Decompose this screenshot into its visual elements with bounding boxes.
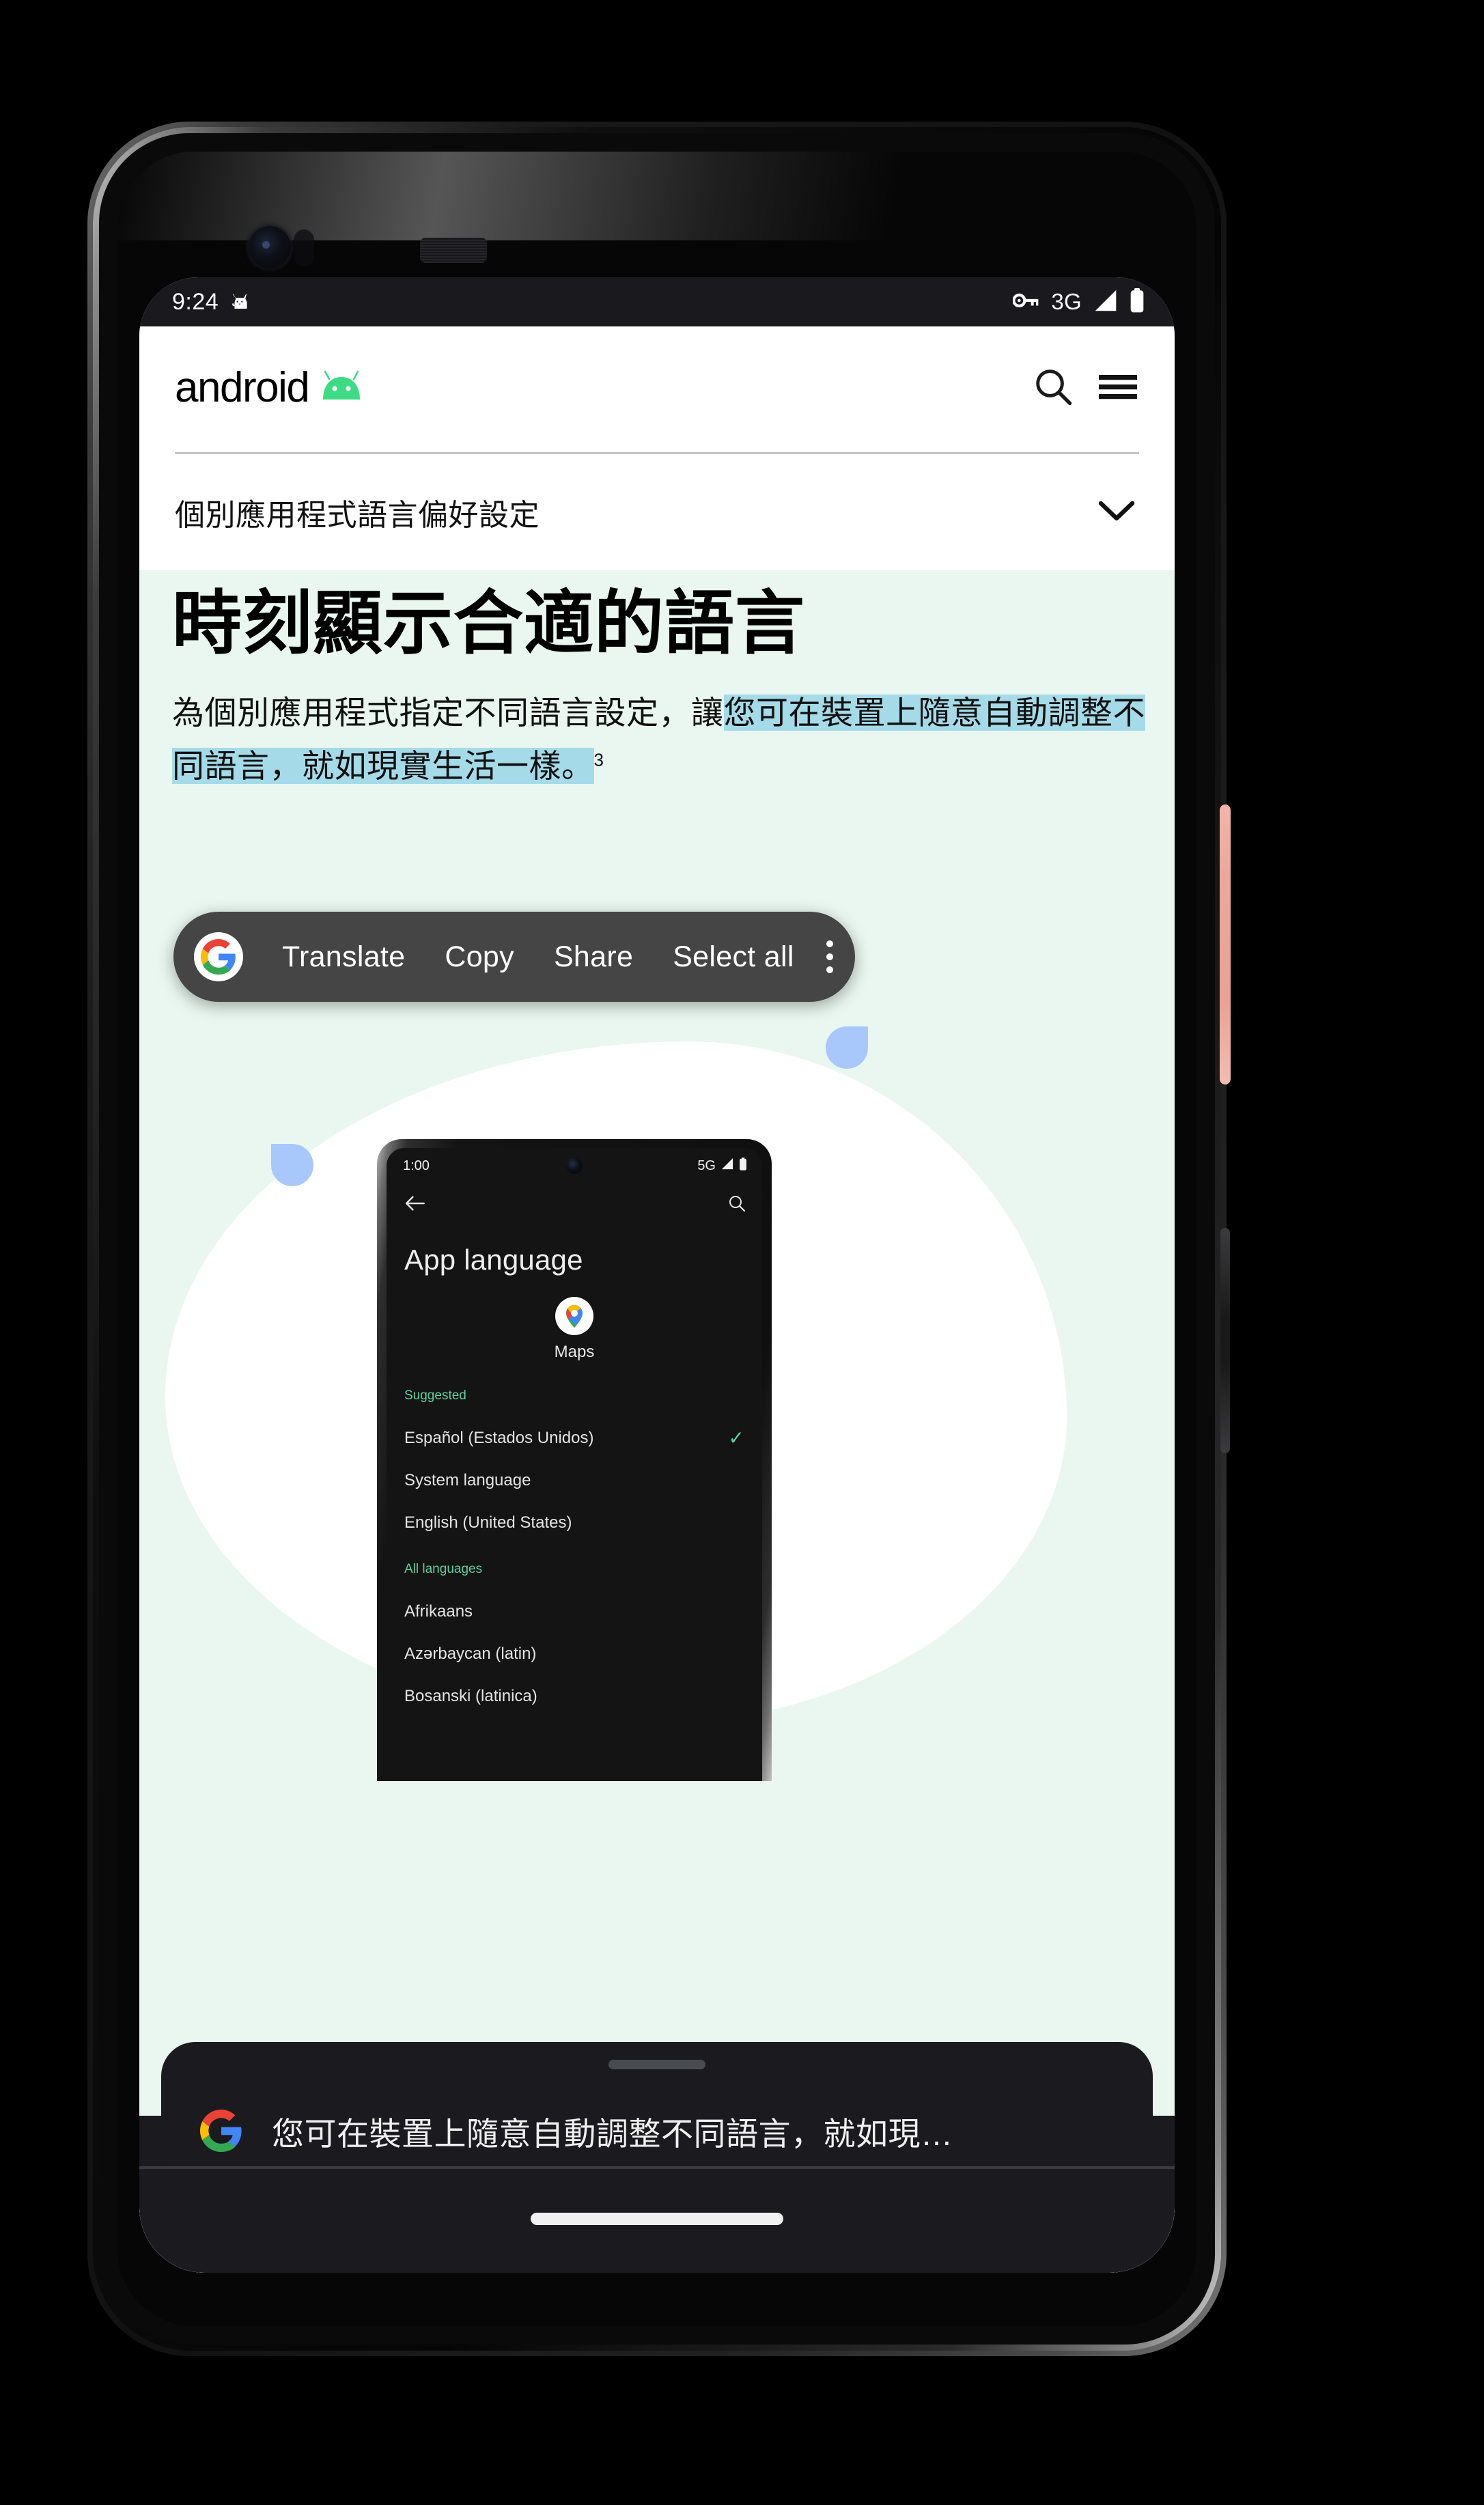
sheet-drag-handle[interactable] (608, 2060, 705, 2069)
check-icon: ✓ (728, 1427, 744, 1449)
page-title: 時刻顯示合適的語言 (172, 585, 805, 662)
key-icon (1012, 290, 1040, 314)
battery-icon (1130, 288, 1145, 316)
hero-paragraph-unselected: 為個別應用程式指定不同語言設定，讓 (172, 695, 724, 731)
arrow-back-icon[interactable] (404, 1195, 425, 1215)
inner-language-list: Suggested Español (Estados Unidos) ✓ Sys… (387, 1388, 762, 1718)
inner-language-row[interactable]: Español (Estados Unidos) ✓ (387, 1417, 762, 1459)
front-sensor-icon (294, 229, 314, 266)
glass-reflection (117, 152, 1196, 240)
inner-language-row[interactable]: Afrikaans (387, 1591, 762, 1633)
inner-phone-mockup: 1:00 5G App language Maps Suggested Espa… (377, 1139, 772, 1781)
network-type-label: 3G (1051, 289, 1082, 314)
search-icon[interactable] (728, 1194, 746, 1216)
inner-section-heading-suggested: Suggested (404, 1388, 466, 1403)
inner-phone-screen: 1:00 5G App language Maps Suggested Espa… (387, 1148, 762, 1781)
google-g-icon (197, 2106, 246, 2155)
status-bar: 9:24 3G (139, 277, 1175, 326)
inner-language-row[interactable]: Azərbaycan (latin) (387, 1633, 762, 1675)
hero-paragraph[interactable]: 為個別應用程式指定不同語言設定，讓您可在裝置上隨意自動調整不同語言，就如現實生活… (172, 686, 1161, 792)
volume-button[interactable] (1220, 1228, 1230, 1453)
translate-bottom-sheet[interactable]: 您可在裝置上隨意自動調整不同語言，就如現… (161, 2042, 1153, 2220)
inner-status-bar: 1:00 5G (387, 1148, 762, 1184)
toolbar-item-share[interactable]: Share (534, 940, 653, 974)
inner-status-clock: 1:00 (403, 1158, 430, 1173)
site-header: android (139, 326, 1175, 449)
phone-device: 9:24 3G android 個別應用程式語言偏好設定 時刻顯示合適的語言 為… (87, 122, 1231, 2356)
more-vertical-icon[interactable] (826, 940, 833, 973)
toolbar-item-select-all[interactable]: Select all (653, 940, 813, 974)
search-icon[interactable] (1033, 367, 1073, 410)
status-bar-clock: 9:24 (172, 288, 219, 315)
inner-language-row[interactable]: English (United States) (387, 1502, 762, 1544)
inner-language-row[interactable]: Bosanski (latinica) (387, 1675, 762, 1718)
inner-app-bar (387, 1184, 762, 1226)
power-button[interactable] (1220, 804, 1231, 1084)
nav-bar-divider (139, 2166, 1175, 2169)
hero-section: 時刻顯示合適的語言 為個別應用程式指定不同語言設定，讓您可在裝置上隨意自動調整不… (139, 570, 1175, 2273)
android-robot-icon (320, 369, 363, 407)
signal-icon (1093, 289, 1119, 316)
accordion-label: 個別應用程式語言偏好設定 (175, 499, 540, 532)
accordion-row[interactable]: 個別應用程式語言偏好設定 (139, 454, 1175, 570)
inner-language-row[interactable]: System language (387, 1459, 762, 1502)
selection-handle-end[interactable] (826, 1026, 868, 1069)
inner-language-label: Afrikaans (404, 1602, 473, 1621)
hamburger-menu-icon[interactable] (1099, 372, 1137, 404)
signal-icon (720, 1158, 734, 1174)
translate-preview-text: 您可在裝置上隨意自動調整不同語言，就如現… (272, 2115, 953, 2152)
selection-handle-start[interactable] (271, 1144, 313, 1186)
status-bar-left: 9:24 (172, 289, 251, 316)
inner-app-identity: Maps (387, 1297, 762, 1362)
inner-phone-frame: 1:00 5G App language Maps Suggested Espa… (377, 1139, 772, 1781)
header-actions (1033, 367, 1137, 410)
inner-language-label: English (United States) (404, 1513, 572, 1532)
inner-language-label: Español (Estados Unidos) (404, 1429, 594, 1447)
inner-language-label: System language (404, 1471, 531, 1489)
inner-language-label: Bosanski (latinica) (404, 1687, 537, 1705)
inner-network-label: 5G (697, 1158, 716, 1173)
status-bar-right: 3G (1012, 288, 1145, 316)
inner-status-right: 5G (697, 1157, 747, 1175)
device-inner-body: 9:24 3G android 個別應用程式語言偏好設定 時刻顯示合適的語言 為… (99, 133, 1215, 2345)
front-camera-icon (249, 226, 291, 268)
inner-list-spacer (387, 1544, 762, 1562)
footnote-marker: 3 (593, 748, 604, 770)
inner-app-name: Maps (554, 1343, 595, 1361)
inner-page-title: App language (404, 1244, 583, 1276)
inner-front-camera-icon (566, 1158, 583, 1174)
chevron-down-icon[interactable] (1098, 499, 1135, 526)
android-logo[interactable]: android (175, 364, 363, 412)
gesture-nav-pill[interactable] (531, 2213, 783, 2225)
inner-section-heading-all: All languages (404, 1562, 483, 1576)
device-glass: 9:24 3G android 個別應用程式語言偏好設定 時刻顯示合適的語言 為… (117, 152, 1196, 2326)
google-maps-pin-icon (555, 1297, 593, 1335)
inner-language-label: Azərbaycan (latin) (404, 1645, 537, 1663)
brand-wordmark: android (175, 364, 310, 412)
earpiece-speaker (420, 238, 487, 263)
phone-screen: 9:24 3G android 個別應用程式語言偏好設定 時刻顯示合適的語言 為… (139, 277, 1175, 2273)
battery-icon (739, 1157, 747, 1175)
cat-icon (228, 289, 251, 316)
toolbar-item-copy[interactable]: Copy (425, 940, 534, 974)
toolbar-item-translate[interactable]: Translate (262, 940, 425, 974)
google-g-icon (194, 932, 243, 981)
text-selection-toolbar: Translate Copy Share Select all (173, 912, 855, 1002)
